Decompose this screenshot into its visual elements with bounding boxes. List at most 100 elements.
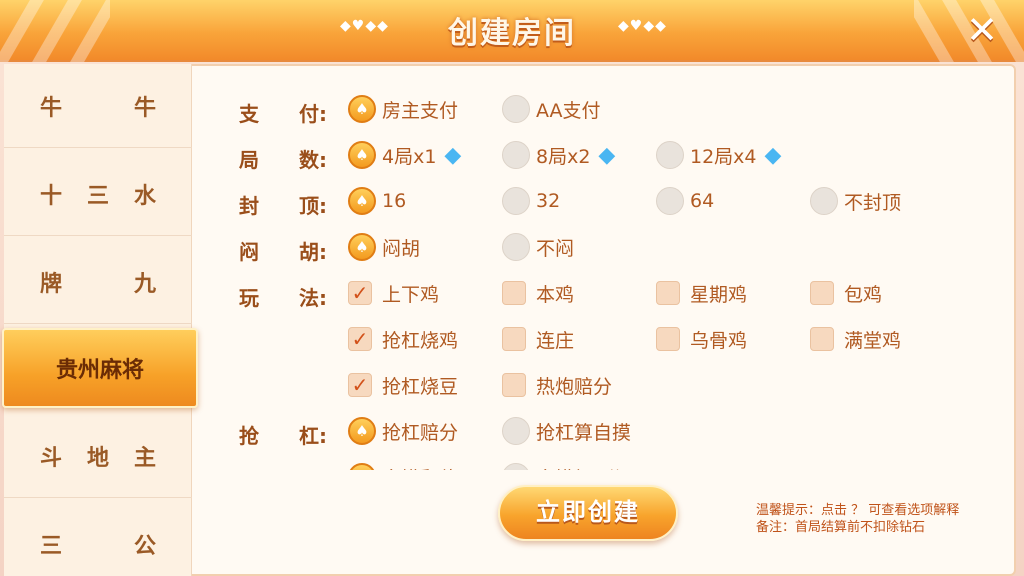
checkbox-option[interactable]: 满堂鸡 bbox=[810, 323, 901, 355]
option-row: 闷 胡: ♠ 闷胡 不闷 bbox=[196, 228, 1012, 268]
diamond-icon: ◆ bbox=[764, 142, 782, 168]
header-bar: ◆♥◆◆ 创建房间 ◆♥◆◆ ✕ bbox=[0, 0, 1024, 62]
radio-selected-icon[interactable]: ♠ bbox=[348, 141, 376, 169]
radio-selected-icon[interactable]: ♠ bbox=[348, 187, 376, 215]
row-label-char: 顶: bbox=[299, 194, 327, 218]
note-line: 备注：首局结算前不扣除钻石 bbox=[756, 520, 926, 535]
radio-option[interactable]: 抢杠算自摸 bbox=[502, 415, 631, 447]
option-label: 32 bbox=[536, 190, 561, 212]
row-label-char: 封 bbox=[239, 194, 259, 218]
option-label: 乌骨鸡 bbox=[690, 329, 748, 352]
option-label: 连庄 bbox=[536, 329, 575, 352]
checkbox-option[interactable]: 星期鸡 bbox=[656, 277, 747, 309]
option-label: 不封顶 bbox=[844, 191, 902, 214]
sidebar-item-guizhou-mahjong[interactable]: 贵州麻将 bbox=[2, 328, 198, 408]
sidebar-item-shisanshui[interactable]: 十 三 水 bbox=[4, 152, 192, 236]
option-label: 包鸡 bbox=[844, 283, 883, 306]
radio-selected-icon[interactable]: ♠ bbox=[348, 233, 376, 261]
radio-option[interactable]: 自摸加1分 bbox=[502, 461, 624, 470]
checkbox-checked-icon[interactable]: ✓ bbox=[348, 373, 372, 397]
checkbox-option[interactable]: 包鸡 bbox=[810, 277, 882, 309]
row-label: 自 摸: bbox=[239, 466, 327, 470]
checkbox-option[interactable]: ✓ 抢杠烧鸡 bbox=[348, 323, 458, 355]
row-label: 支 付: bbox=[239, 98, 327, 127]
radio-option[interactable]: ♠ 16 bbox=[348, 185, 406, 217]
row-label-char: 摸: bbox=[299, 466, 327, 470]
sidebar-item-sangong[interactable]: 三 公 bbox=[4, 502, 192, 576]
checkbox-empty-icon[interactable] bbox=[810, 327, 834, 351]
option-row: ✓ 抢杠烧鸡 连庄 乌骨鸡 满堂鸡 bbox=[196, 320, 1012, 360]
option-label: 星期鸡 bbox=[690, 283, 748, 306]
radio-option[interactable]: 64 bbox=[656, 185, 714, 217]
radio-empty-icon[interactable] bbox=[502, 95, 530, 123]
checkbox-empty-icon[interactable] bbox=[656, 327, 680, 351]
checkbox-empty-icon[interactable] bbox=[502, 281, 526, 305]
sidebar-item-paijiu[interactable]: 牌 九 bbox=[4, 240, 192, 324]
checkbox-option[interactable]: ✓ 上下鸡 bbox=[348, 277, 439, 309]
option-row: 自 摸: ♠ 自摸翻倍 自摸加1分 bbox=[196, 458, 1012, 470]
radio-option[interactable]: ♠ 闷胡 bbox=[348, 231, 420, 263]
radio-empty-icon[interactable] bbox=[502, 463, 530, 470]
sidebar-item-label: 九 bbox=[133, 271, 156, 297]
row-label-char: 付: bbox=[299, 102, 327, 126]
radio-empty-icon[interactable] bbox=[656, 187, 684, 215]
sidebar-item-doudizhu[interactable]: 斗 地 主 bbox=[4, 414, 192, 498]
sidebar-item-label: 水 bbox=[133, 183, 156, 209]
sidebar-item-label: 贵州麻将 bbox=[55, 358, 144, 383]
sidebar-item-label: 三 bbox=[86, 183, 109, 209]
checkbox-empty-icon[interactable] bbox=[656, 281, 680, 305]
checkbox-empty-icon[interactable] bbox=[502, 327, 526, 351]
radio-option[interactable]: 8局x2 ◆ bbox=[502, 139, 615, 171]
sidebar-item-niuniu[interactable]: 牛 牛 bbox=[4, 64, 192, 148]
radio-option[interactable]: 12局x4 ◆ bbox=[656, 139, 781, 171]
radio-empty-icon[interactable] bbox=[502, 233, 530, 261]
row-label-char: 自 bbox=[239, 466, 259, 470]
radio-empty-icon[interactable] bbox=[810, 187, 838, 215]
row-label: 玩 法: bbox=[239, 282, 327, 311]
checkbox-option[interactable]: 连庄 bbox=[502, 323, 574, 355]
option-row: 抢 杠: ♠ 抢杠赔分 抢杠算自摸 bbox=[196, 412, 1012, 452]
radio-selected-icon[interactable]: ♠ bbox=[348, 95, 376, 123]
radio-option[interactable]: AA支付 bbox=[502, 93, 601, 125]
checkbox-option[interactable]: 热炮赔分 bbox=[502, 369, 612, 401]
room-options-form: 支 付: ♠ 房主支付 AA支付局 数: ♠ 4局x1 ◆ 8局x2 ◆ 12局x4 ◆ 封 顶: ♠ 16 32… bbox=[196, 70, 1012, 470]
radio-empty-icon[interactable] bbox=[502, 187, 530, 215]
option-row: 玩 法: ✓ 上下鸡 本鸡 星期鸡 包鸡 bbox=[196, 274, 1012, 314]
option-label: 本鸡 bbox=[536, 283, 575, 306]
option-row: ✓ 抢杠烧豆 热炮赔分 bbox=[196, 366, 1012, 406]
radio-option[interactable]: 不封顶 bbox=[810, 185, 901, 217]
checkbox-checked-icon[interactable]: ✓ bbox=[348, 281, 372, 305]
checkbox-option[interactable]: 乌骨鸡 bbox=[656, 323, 747, 355]
radio-selected-icon[interactable]: ♠ bbox=[348, 417, 376, 445]
radio-option[interactable]: ♠ 4局x1 ◆ bbox=[348, 139, 461, 171]
checkbox-empty-icon[interactable] bbox=[502, 373, 526, 397]
sidebar-item-label: 牌 bbox=[40, 271, 63, 297]
row-label: 局 数: bbox=[239, 144, 327, 173]
row-label-char: 闷 bbox=[239, 240, 259, 264]
row-label: 封 顶: bbox=[239, 190, 327, 219]
row-label-char: 杠: bbox=[299, 424, 327, 448]
option-label: 不闷 bbox=[536, 237, 575, 260]
radio-option[interactable]: ♠ 自摸翻倍 bbox=[348, 461, 458, 470]
sidebar-item-label: 三 bbox=[40, 534, 63, 559]
option-label: 闷胡 bbox=[382, 237, 421, 260]
radio-empty-icon[interactable] bbox=[656, 141, 684, 169]
close-icon: ✕ bbox=[966, 8, 998, 52]
checkbox-checked-icon[interactable]: ✓ bbox=[348, 327, 372, 351]
radio-empty-icon[interactable] bbox=[502, 417, 530, 445]
row-label-char: 法: bbox=[299, 286, 327, 310]
checkbox-empty-icon[interactable] bbox=[810, 281, 834, 305]
radio-selected-icon[interactable]: ♠ bbox=[348, 463, 376, 470]
radio-empty-icon[interactable] bbox=[502, 141, 530, 169]
radio-option[interactable]: ♠ 房主支付 bbox=[348, 93, 458, 125]
create-now-button[interactable]: 立即创建 bbox=[498, 485, 678, 541]
option-label: 12局x4 bbox=[690, 145, 757, 168]
radio-option[interactable]: 不闷 bbox=[502, 231, 574, 263]
game-sidebar: 牛 牛 十 三 水 牌 九 贵州麻将 斗 地 主 三 公 bbox=[2, 64, 198, 576]
checkbox-option[interactable]: ✓ 抢杠烧豆 bbox=[348, 369, 458, 401]
radio-option[interactable]: 32 bbox=[502, 185, 560, 217]
sidebar-item-label: 十 bbox=[40, 183, 63, 209]
close-button[interactable]: ✕ bbox=[958, 6, 1006, 54]
radio-option[interactable]: ♠ 抢杠赔分 bbox=[348, 415, 458, 447]
checkbox-option[interactable]: 本鸡 bbox=[502, 277, 574, 309]
